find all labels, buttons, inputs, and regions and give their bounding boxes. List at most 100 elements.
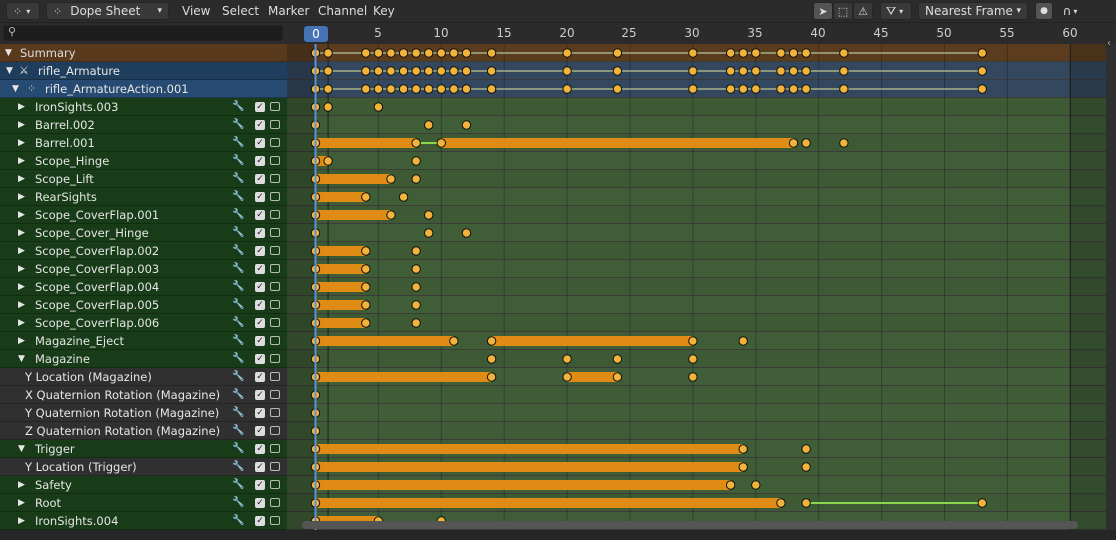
mute-checkbox[interactable]: ✓ <box>255 462 265 472</box>
disclosure-collapsed-icon[interactable]: ▶ <box>18 476 25 494</box>
disclosure-expanded-icon[interactable]: ▼ <box>6 62 13 80</box>
menu-channel[interactable]: Channel <box>318 3 367 19</box>
lock-open-icon[interactable] <box>270 156 280 165</box>
modifier-wrench-icon[interactable]: 🔧 <box>232 224 244 242</box>
modifier-wrench-icon[interactable]: 🔧 <box>232 152 244 170</box>
current-frame-indicator[interactable]: 0 <box>304 26 328 42</box>
disclosure-collapsed-icon[interactable]: ▶ <box>18 494 25 512</box>
channel-row-group[interactable]: ▶ Barrel.002 🔧 ✓ <box>0 116 287 134</box>
disclosure-collapsed-icon[interactable]: ▶ <box>18 116 25 134</box>
disclosure-collapsed-icon[interactable]: ▶ <box>18 296 25 314</box>
lock-open-icon[interactable] <box>270 282 280 291</box>
disclosure-expanded-icon[interactable]: ▼ <box>5 44 12 62</box>
mute-checkbox[interactable]: ✓ <box>255 300 265 310</box>
channel-search-input[interactable]: ⚲ <box>3 25 283 41</box>
lock-open-icon[interactable] <box>270 444 280 453</box>
lock-open-icon[interactable] <box>270 408 280 417</box>
editor-type-button[interactable]: ⁘ ▾ <box>6 2 40 20</box>
disclosure-expanded-icon[interactable]: ▼ <box>18 350 25 368</box>
modifier-wrench-icon[interactable]: 🔧 <box>232 242 244 260</box>
keyframe-area[interactable] <box>287 44 1106 530</box>
lock-open-icon[interactable] <box>270 210 280 219</box>
modifier-wrench-icon[interactable]: 🔧 <box>232 98 244 116</box>
lock-open-icon[interactable] <box>270 120 280 129</box>
mute-checkbox[interactable]: ✓ <box>255 138 265 148</box>
channel-row-group[interactable]: ▶ Magazine_Eject 🔧 ✓ <box>0 332 287 350</box>
channel-row-group[interactable]: ▶ Scope_Lift 🔧 ✓ <box>0 170 287 188</box>
modifier-wrench-icon[interactable]: 🔧 <box>232 440 244 458</box>
channel-row-group[interactable]: ▼ Trigger 🔧 ✓ <box>0 440 287 458</box>
lock-open-icon[interactable] <box>270 228 280 237</box>
mute-checkbox[interactable]: ✓ <box>255 174 265 184</box>
disclosure-collapsed-icon[interactable]: ▶ <box>18 314 25 332</box>
lock-open-icon[interactable] <box>270 462 280 471</box>
lock-open-icon[interactable] <box>270 480 280 489</box>
channel-row-object[interactable]: ▼ ⚔ rifle_Armature <box>0 62 287 80</box>
modifier-wrench-icon[interactable]: 🔧 <box>232 458 244 476</box>
mute-checkbox[interactable]: ✓ <box>255 336 265 346</box>
mute-checkbox[interactable]: ✓ <box>255 516 265 526</box>
channel-row-group[interactable]: ▶ Safety 🔧 ✓ <box>0 476 287 494</box>
channel-row-fcurve[interactable]: Z Quaternion Rotation (Magazine) 🔧 ✓ <box>0 422 287 440</box>
frame-ruler[interactable]: 5 10 15 20 25 30 35 40 45 50 55 60 <box>287 23 1116 44</box>
disclosure-collapsed-icon[interactable]: ▶ <box>18 152 25 170</box>
mute-checkbox[interactable]: ✓ <box>255 282 265 292</box>
channel-row-group[interactable]: ▼ Magazine 🔧 ✓ <box>0 350 287 368</box>
disclosure-collapsed-icon[interactable]: ▶ <box>18 206 25 224</box>
menu-select[interactable]: Select <box>222 3 259 19</box>
disclosure-collapsed-icon[interactable]: ▶ <box>18 332 25 350</box>
modifier-wrench-icon[interactable]: 🔧 <box>232 332 244 350</box>
modifier-wrench-icon[interactable]: 🔧 <box>232 314 244 332</box>
channel-row-group[interactable]: ▶ Scope_Hinge 🔧 ✓ <box>0 152 287 170</box>
disclosure-collapsed-icon[interactable]: ▶ <box>18 278 25 296</box>
channel-row-group[interactable]: ▶ Scope_CoverFlap.004 🔧 ✓ <box>0 278 287 296</box>
lock-open-icon[interactable] <box>270 102 280 111</box>
modifier-wrench-icon[interactable]: 🔧 <box>232 188 244 206</box>
modifier-wrench-icon[interactable]: 🔧 <box>232 476 244 494</box>
menu-marker[interactable]: Marker <box>268 3 309 19</box>
mute-checkbox[interactable]: ✓ <box>255 444 265 454</box>
modifier-wrench-icon[interactable]: 🔧 <box>232 278 244 296</box>
channel-row-group[interactable]: ▶ Root 🔧 ✓ <box>0 494 287 512</box>
lock-open-icon[interactable] <box>270 318 280 327</box>
snap-mode-dropdown[interactable]: Nearest Frame ▾ <box>918 2 1028 20</box>
disclosure-collapsed-icon[interactable]: ▶ <box>18 224 25 242</box>
modifier-wrench-icon[interactable]: 🔧 <box>232 116 244 134</box>
horizontal-scrollbar[interactable] <box>302 521 1078 529</box>
falloff-dropdown[interactable]: ∩ ▾ <box>1055 2 1085 20</box>
channel-row-fcurve[interactable]: Y Location (Trigger) 🔧 ✓ <box>0 458 287 476</box>
disclosure-collapsed-icon[interactable]: ▶ <box>18 512 25 530</box>
lock-open-icon[interactable] <box>270 264 280 273</box>
modifier-wrench-icon[interactable]: 🔧 <box>232 512 244 530</box>
lock-open-icon[interactable] <box>270 372 280 381</box>
mute-checkbox[interactable]: ✓ <box>255 192 265 202</box>
disclosure-collapsed-icon[interactable]: ▶ <box>18 188 25 206</box>
channel-row-group[interactable]: ▶ Scope_CoverFlap.001 🔧 ✓ <box>0 206 287 224</box>
modifier-wrench-icon[interactable]: 🔧 <box>232 368 244 386</box>
channel-row-fcurve[interactable]: X Quaternion Rotation (Magazine) 🔧 ✓ <box>0 386 287 404</box>
channel-row-fcurve[interactable]: Y Location (Magazine) 🔧 ✓ <box>0 368 287 386</box>
channel-row-group[interactable]: ▶ Scope_CoverFlap.006 🔧 ✓ <box>0 314 287 332</box>
mute-checkbox[interactable]: ✓ <box>255 498 265 508</box>
channel-row-action[interactable]: ▼ ⁘ rifle_ArmatureAction.001 <box>0 80 287 98</box>
mute-checkbox[interactable]: ✓ <box>255 228 265 238</box>
channel-row-group[interactable]: ▶ Barrel.001 🔧 ✓ <box>0 134 287 152</box>
mute-checkbox[interactable]: ✓ <box>255 390 265 400</box>
lock-open-icon[interactable] <box>270 336 280 345</box>
modifier-wrench-icon[interactable]: 🔧 <box>232 386 244 404</box>
modifier-wrench-icon[interactable]: 🔧 <box>232 350 244 368</box>
mute-checkbox[interactable]: ✓ <box>255 372 265 382</box>
channel-row-group[interactable]: ▶ IronSights.003 🔧 ✓ <box>0 98 287 116</box>
modifier-wrench-icon[interactable]: 🔧 <box>232 422 244 440</box>
lock-open-icon[interactable] <box>270 138 280 147</box>
disclosure-collapsed-icon[interactable]: ▶ <box>18 242 25 260</box>
channel-row-group[interactable]: ▶ Scope_Cover_Hinge 🔧 ✓ <box>0 224 287 242</box>
lock-open-icon[interactable] <box>270 174 280 183</box>
modifier-wrench-icon[interactable]: 🔧 <box>232 170 244 188</box>
lock-open-icon[interactable] <box>270 516 280 525</box>
channel-row-group[interactable]: ▶ IronSights.004 🔧 ✓ <box>0 512 287 530</box>
lock-open-icon[interactable] <box>270 246 280 255</box>
lock-open-icon[interactable] <box>270 498 280 507</box>
proportional-edit-toggle[interactable]: ● <box>1035 2 1053 20</box>
only-errors-toggle[interactable]: ⚠ <box>853 2 873 20</box>
